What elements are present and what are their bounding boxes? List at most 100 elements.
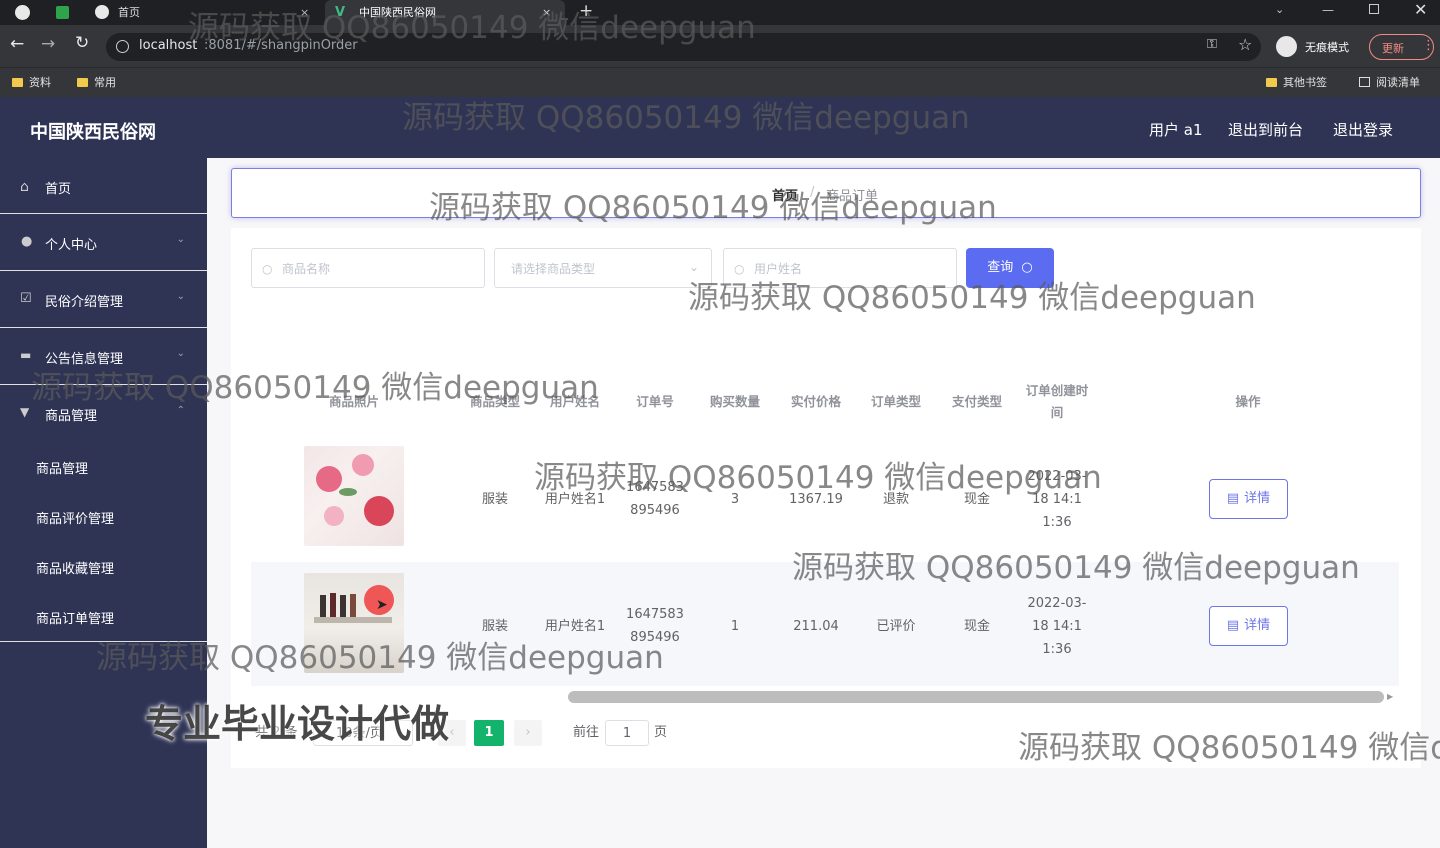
tab-title: 中国陕西民俗网: [359, 6, 436, 19]
placeholder: 请选择商品类型: [511, 262, 596, 276]
user-icon: ●: [21, 234, 33, 249]
incognito-icon[interactable]: [1276, 36, 1297, 57]
folder-icon: [1266, 78, 1277, 87]
bottle-image: [350, 594, 356, 617]
folder-icon: [77, 78, 88, 87]
page-unit-label: 页: [654, 725, 668, 740]
reload-icon[interactable]: ↻: [75, 33, 89, 53]
column-header: 支付类型: [951, 394, 1002, 409]
column-header: 订单创建时间: [1025, 383, 1089, 420]
search-icon: ○: [1021, 260, 1033, 275]
menu-dots-icon: ⋮: [1422, 38, 1435, 53]
flower-image: [316, 466, 342, 492]
divider: [0, 384, 207, 385]
bookmark-folder[interactable]: 资料: [12, 68, 51, 98]
flower-image: [364, 496, 394, 526]
breadcrumb: 首页 / 商品订单: [231, 168, 1421, 218]
vue-logo-icon: V: [335, 5, 346, 20]
column-header: 实付价格: [790, 394, 841, 409]
breadcrumb-current: 商品订单: [826, 189, 879, 204]
document-icon: ▤: [1226, 618, 1240, 633]
sidebar-item-goods[interactable]: ▼ 商品管理 ⌃: [0, 405, 207, 441]
submenu-item-orders[interactable]: 商品订单管理: [0, 608, 207, 638]
info-icon: [116, 40, 129, 53]
column-header: 订单类型: [870, 394, 921, 409]
reading-list-icon: [1359, 77, 1370, 87]
other-bookmarks[interactable]: 其他书签: [1266, 68, 1327, 98]
product-photo: [304, 446, 404, 546]
back-icon[interactable]: ←: [10, 34, 24, 54]
chevron-down-icon: ⌄: [176, 291, 185, 302]
reading-list[interactable]: 阅读清单: [1359, 68, 1420, 98]
cell-user: 用户姓名1: [544, 491, 606, 507]
breadcrumb-home[interactable]: 首页: [772, 185, 798, 204]
submenu-label: 商品管理: [36, 462, 89, 477]
cell-pay-type: 现金: [963, 491, 990, 507]
check-square-icon: ☑: [20, 291, 32, 306]
detail-button[interactable]: ▤ 详情: [1209, 606, 1288, 646]
sidebar-item-profile[interactable]: ● 个人中心 ⌄: [0, 234, 207, 270]
next-page-button[interactable]: ›: [514, 720, 542, 746]
app-tab-icon[interactable]: [56, 6, 69, 19]
product-photo: ➤: [304, 573, 404, 673]
back-to-front-link[interactable]: 退出到前台: [1228, 119, 1303, 140]
placeholder: 商品名称: [282, 262, 331, 276]
detail-button[interactable]: ▤ 详情: [1209, 479, 1288, 519]
submenu-item-goods[interactable]: 商品管理: [0, 458, 207, 488]
logout-link[interactable]: 退出登录: [1333, 119, 1393, 140]
cell-created: 2022-03-18 14:11:36: [1027, 595, 1087, 657]
submenu-label: 商品收藏管理: [36, 562, 115, 577]
query-button[interactable]: 查询 ○: [966, 248, 1054, 288]
maximize-icon[interactable]: [1369, 4, 1379, 14]
cell-user: 用户姓名1: [544, 618, 606, 634]
goto-label: 前往: [573, 725, 600, 740]
cell-pay-type: 现金: [963, 618, 990, 634]
address-bar[interactable]: localhost :8081/#/shangpinOrder: [106, 33, 1261, 61]
bookmark-folder[interactable]: 常用: [77, 68, 116, 98]
submenu-label: 商品评价管理: [36, 512, 115, 527]
submenu-item-favorites[interactable]: 商品收藏管理: [0, 558, 207, 588]
reading-list-label: 阅读清单: [1376, 76, 1420, 89]
window-close-icon[interactable]: ✕: [1414, 0, 1427, 19]
scroll-right-icon[interactable]: ▶: [1387, 692, 1393, 701]
update-button[interactable]: 更新 ⋮: [1369, 34, 1435, 60]
page-number-current[interactable]: 1: [474, 720, 504, 746]
close-icon[interactable]: ×: [542, 0, 551, 25]
goods-icon: ▼: [20, 405, 30, 419]
horizontal-scrollbar[interactable]: [568, 691, 1384, 703]
goods-type-select[interactable]: 请选择商品类型 ⌄: [494, 248, 712, 288]
cell-created: 2022-03-18 14:11:36: [1027, 468, 1087, 530]
star-icon[interactable]: ☆: [1238, 35, 1252, 54]
forward-icon[interactable]: →: [41, 34, 55, 54]
close-icon[interactable]: ×: [300, 0, 309, 25]
folder-icon: [12, 78, 23, 87]
sidebar-item-home[interactable]: ⌂ 首页: [0, 178, 207, 214]
search-icon: ○: [262, 262, 273, 276]
bookmarks-bar: 资料 常用 其他书签 阅读清单: [0, 67, 1440, 97]
bottle-image: [330, 593, 336, 617]
minimize-icon[interactable]: —: [1322, 3, 1334, 17]
new-tab-button[interactable]: +: [579, 1, 593, 21]
tab-home[interactable]: 首页 ×: [88, 0, 318, 25]
user-name-input[interactable]: ○ 用户姓名: [723, 248, 957, 288]
key-icon[interactable]: ⚿: [1207, 37, 1217, 52]
goods-name-input[interactable]: ○ 商品名称: [251, 248, 485, 288]
globe-icon: [95, 5, 109, 19]
home-icon: ⌂: [20, 179, 29, 195]
cell-type: 服装: [481, 618, 508, 634]
column-header: 操作: [1235, 394, 1261, 409]
chevron-up-icon: ⌃: [176, 405, 185, 416]
app-header: [0, 97, 1440, 158]
divider: [0, 213, 207, 214]
sidebar-item-folk-intro[interactable]: ☑ 民俗介绍管理 ⌄: [0, 291, 207, 327]
bottle-image: [340, 595, 346, 617]
shelf-image: [314, 617, 392, 623]
sidebar-item-notice[interactable]: ▬ 公告信息管理 ⌄: [0, 348, 207, 384]
tab-active[interactable]: V 中国陕西民俗网 ×: [325, 0, 565, 25]
browser-logo-icon: [15, 5, 30, 20]
tab-search-chevron-icon[interactable]: ⌄: [1275, 3, 1284, 16]
column-header: 订单号: [636, 394, 674, 409]
goto-page-input[interactable]: 1: [605, 720, 649, 746]
submenu-item-reviews[interactable]: 商品评价管理: [0, 508, 207, 538]
leaf-image: [339, 488, 357, 496]
